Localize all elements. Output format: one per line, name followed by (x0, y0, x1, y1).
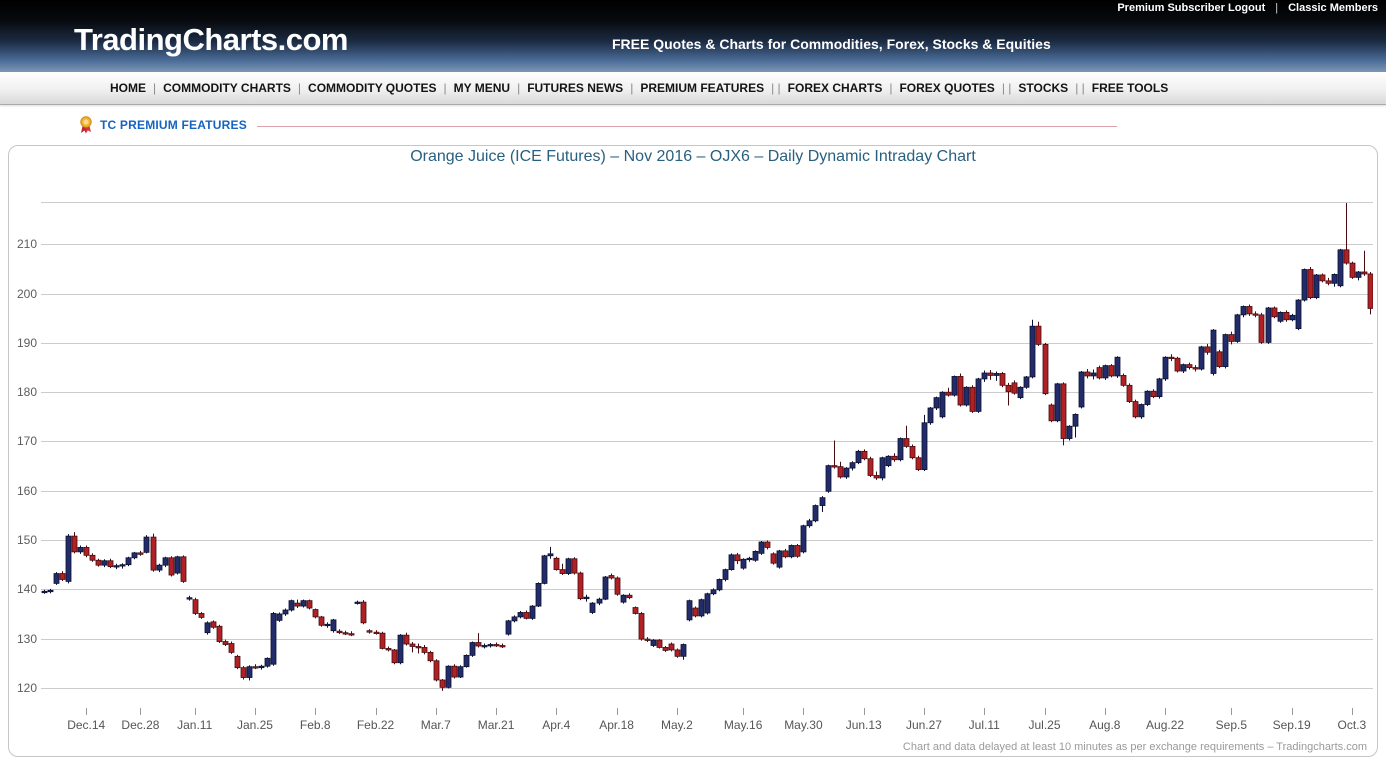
site-header: Premium Subscriber Logout | Classic Member… (0, 0, 1386, 72)
x-axis-label: Sep.19 (1262, 718, 1322, 732)
x-axis-label: Apr.18 (587, 718, 647, 732)
x-axis-label: Feb.22 (346, 718, 406, 732)
x-axis-label: May.2 (647, 718, 707, 732)
x-axis-label: May.30 (773, 718, 833, 732)
nav-item-premium-features[interactable]: PREMIUM FEATURES (640, 81, 764, 95)
utility-bar: Premium Subscriber Logout | Classic Member… (1117, 2, 1378, 14)
nav-item-home[interactable]: HOME (110, 81, 146, 95)
x-axis-label: Mar.21 (466, 718, 526, 732)
y-axis-label: 170 (9, 434, 37, 448)
nav-separator: | | (771, 81, 781, 95)
x-axis-label: Aug.8 (1075, 718, 1135, 732)
main-nav: HOME | COMMODITY CHARTS | COMMODITY QUOTES | M… (0, 72, 1386, 105)
y-axis-label: 140 (9, 582, 37, 596)
chart-title: Orange Juice (ICE Futures) – Nov 2016 – … (9, 148, 1377, 166)
x-axis-label: Oct.3 (1322, 718, 1382, 732)
site-logo[interactable]: TradingCharts.com (74, 22, 348, 58)
y-axis-label: 120 (9, 681, 37, 695)
nav-separator: | | (1002, 81, 1012, 95)
nav-item-commodity-charts[interactable]: COMMODITY CHARTS (163, 81, 291, 95)
nav-separator: | (630, 81, 633, 95)
x-axis-label: Aug.22 (1135, 718, 1195, 732)
nav-separator: | (443, 81, 446, 95)
classic-members-link[interactable]: Classic Members (1288, 2, 1378, 14)
premium-divider-line (257, 126, 1117, 127)
x-axis-label: Dec.28 (110, 718, 170, 732)
y-axis-label: 180 (9, 385, 37, 399)
nav-item-my-menu[interactable]: MY MENU (454, 81, 510, 95)
nav-item-futures-news[interactable]: FUTURES NEWS (527, 81, 623, 95)
nav-item-forex-charts[interactable]: FOREX CHARTS (788, 81, 883, 95)
x-axis-label: May.16 (713, 718, 773, 732)
chart-disclaimer: Chart and data delayed at least 10 minut… (903, 741, 1367, 753)
y-axis-label: 190 (9, 336, 37, 350)
nav-separator: | (889, 81, 892, 95)
tc-premium-features-link[interactable]: TC PREMIUM FEATURES (100, 118, 247, 132)
nav-separator: | | (1075, 81, 1085, 95)
x-axis-label: Jun.27 (894, 718, 954, 732)
y-axis-label: 160 (9, 484, 37, 498)
premium-subscriber-logout-link[interactable]: Premium Subscriber Logout (1117, 2, 1265, 14)
y-axis-label: 130 (9, 632, 37, 646)
chart-container: Orange Juice (ICE Futures) – Nov 2016 – … (8, 145, 1378, 757)
nav-item-stocks[interactable]: STOCKS (1018, 81, 1068, 95)
nav-separator: | (298, 81, 301, 95)
site-tagline: FREE Quotes & Charts for Commodities, Fo… (612, 36, 1051, 52)
x-axis-label: Jul.25 (1015, 718, 1075, 732)
x-axis-label: Sep.5 (1201, 718, 1261, 732)
y-axis-label: 210 (9, 237, 37, 251)
y-axis-label: 150 (9, 533, 37, 547)
x-axis-label: Jul.11 (954, 718, 1014, 732)
x-axis-label: Dec.14 (56, 718, 116, 732)
x-axis-label: Jan.25 (225, 718, 285, 732)
candlestick-plot: 120130140150160170180190200210Dec.14Dec.… (41, 202, 1373, 742)
candlestick-svg (41, 202, 1373, 720)
nav-item-forex-quotes[interactable]: FOREX QUOTES (899, 81, 994, 95)
x-axis-label: Jun.13 (834, 718, 894, 732)
nav-item-free-tools[interactable]: FREE TOOLS (1092, 81, 1168, 95)
nav-separator: | (153, 81, 156, 95)
y-axis-label: 200 (9, 287, 37, 301)
premium-medal-icon (78, 116, 94, 134)
nav-item-commodity-quotes[interactable]: COMMODITY QUOTES (308, 81, 436, 95)
premium-features-row: TC PREMIUM FEATURES (0, 115, 1386, 135)
nav-separator: | (517, 81, 520, 95)
utility-separator: | (1275, 2, 1278, 14)
x-axis-label: Mar.7 (406, 718, 466, 732)
x-axis-label: Apr.4 (526, 718, 586, 732)
x-axis-label: Jan.11 (165, 718, 225, 732)
x-axis-label: Feb.8 (285, 718, 345, 732)
